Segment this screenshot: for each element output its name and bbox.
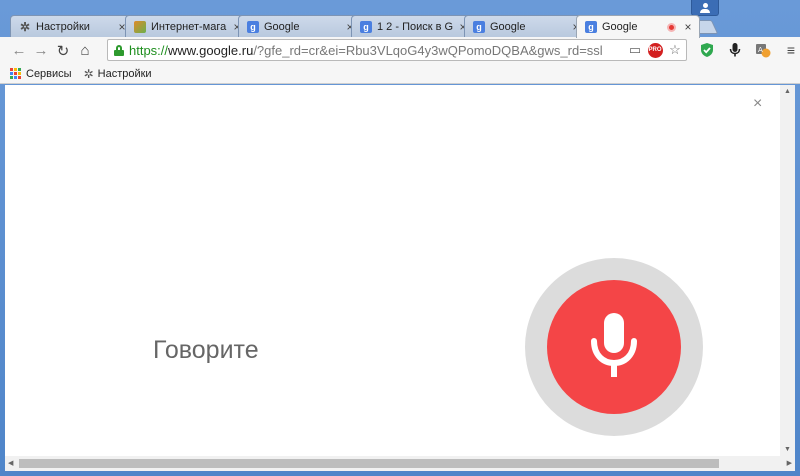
apps-grid-icon (10, 68, 21, 79)
menu-icon[interactable]: ≡ (780, 39, 800, 61)
tab-title: Настройки (36, 20, 90, 33)
horizontal-scroll-thumb[interactable] (19, 459, 719, 468)
scroll-left-icon[interactable]: ◀ (8, 459, 13, 467)
tab-google-active[interactable]: g Google × (576, 15, 700, 38)
extensions-area: A ≡ (690, 39, 800, 61)
recording-indicator-icon (667, 22, 676, 32)
close-voice-search-icon[interactable]: × (753, 95, 762, 113)
profile-avatar-button[interactable] (691, 0, 719, 16)
translate-extension-icon[interactable]: A (752, 39, 774, 61)
tab-settings[interactable]: ✲ Настройки × (10, 15, 134, 37)
scroll-right-icon[interactable]: ▶ (787, 459, 792, 467)
bookmarks-bar: Сервисы ✲ Настройки (0, 64, 800, 84)
tab-title: Google (602, 21, 638, 33)
bookmark-label: Настройки (97, 67, 152, 80)
lock-icon (114, 44, 124, 56)
gear-icon: ✲ (19, 19, 31, 34)
camera-icon[interactable]: ▭ (626, 41, 644, 59)
tab-strip: ✲ Настройки × Интернет-мага × g Google ×… (0, 15, 800, 38)
back-arrow-icon[interactable]: ← (8, 40, 30, 62)
tab-title: Интернет-мага (151, 20, 227, 33)
scroll-down-icon[interactable]: ▼ (784, 446, 791, 453)
gear-icon: ✲ (83, 66, 94, 81)
microphone-icon[interactable] (724, 39, 746, 61)
google-icon: g (360, 20, 372, 33)
voice-mic-button[interactable] (547, 280, 681, 414)
horizontal-scrollbar[interactable]: ◀ ▶ (5, 456, 795, 471)
bookmark-settings[interactable]: ✲ Настройки (84, 67, 152, 81)
tab-google-2[interactable]: g Google × (464, 15, 588, 37)
url-host: www.google.ru (168, 42, 254, 58)
google-icon: g (247, 20, 259, 33)
mic-ring (525, 258, 703, 436)
bookmark-label: Сервисы (26, 67, 72, 80)
shield-check-icon[interactable] (696, 39, 718, 61)
tab-title: Google (490, 20, 526, 33)
tab-title: Google (264, 20, 300, 33)
toolbar: ← → ↻ ⌂ https://www.google.ru/?gfe_rd=cr… (0, 37, 800, 64)
voice-prompt: Говорите (153, 336, 259, 364)
home-icon[interactable]: ⌂ (74, 40, 96, 62)
pro-badge-icon: PRO (647, 42, 663, 58)
svg-text:A: A (758, 46, 763, 54)
scroll-up-icon[interactable]: ▲ (784, 88, 791, 95)
page-content: × Говорите (5, 85, 780, 456)
vertical-scrollbar[interactable]: ▲ ▼ (780, 85, 795, 456)
url-scheme: https:// (129, 42, 169, 58)
url-text[interactable]: https://www.google.ru/?gfe_rd=cr&ei=Rbu3… (129, 43, 603, 58)
pro-extension-button[interactable]: PRO (646, 41, 664, 59)
google-icon: g (585, 21, 597, 33)
close-icon[interactable]: × (683, 20, 693, 34)
forward-arrow-icon[interactable]: → (30, 40, 52, 62)
browser-window: ✲ Настройки × Интернет-мага × g Google ×… (0, 0, 800, 476)
url-path: /?gfe_rd=cr&ei=Rbu3VLqoG4y3wQPomoDQBA&gw… (253, 42, 603, 58)
tab-search[interactable]: g 1 2 - Поиск в G × (351, 15, 475, 37)
bookmark-apps[interactable]: Сервисы (10, 68, 72, 80)
reload-icon[interactable]: ↻ (52, 40, 74, 62)
shop-icon (134, 20, 146, 33)
user-icon (703, 3, 708, 8)
google-icon: g (473, 20, 485, 33)
address-bar[interactable]: https://www.google.ru/?gfe_rd=cr&ei=Rbu3… (107, 39, 687, 61)
star-icon[interactable]: ☆ (666, 41, 684, 59)
tab-google-1[interactable]: g Google × (238, 15, 362, 37)
tab-title: 1 2 - Поиск в G (377, 20, 454, 33)
tab-shop[interactable]: Интернет-мага × (125, 15, 249, 37)
microphone-icon (591, 313, 637, 377)
